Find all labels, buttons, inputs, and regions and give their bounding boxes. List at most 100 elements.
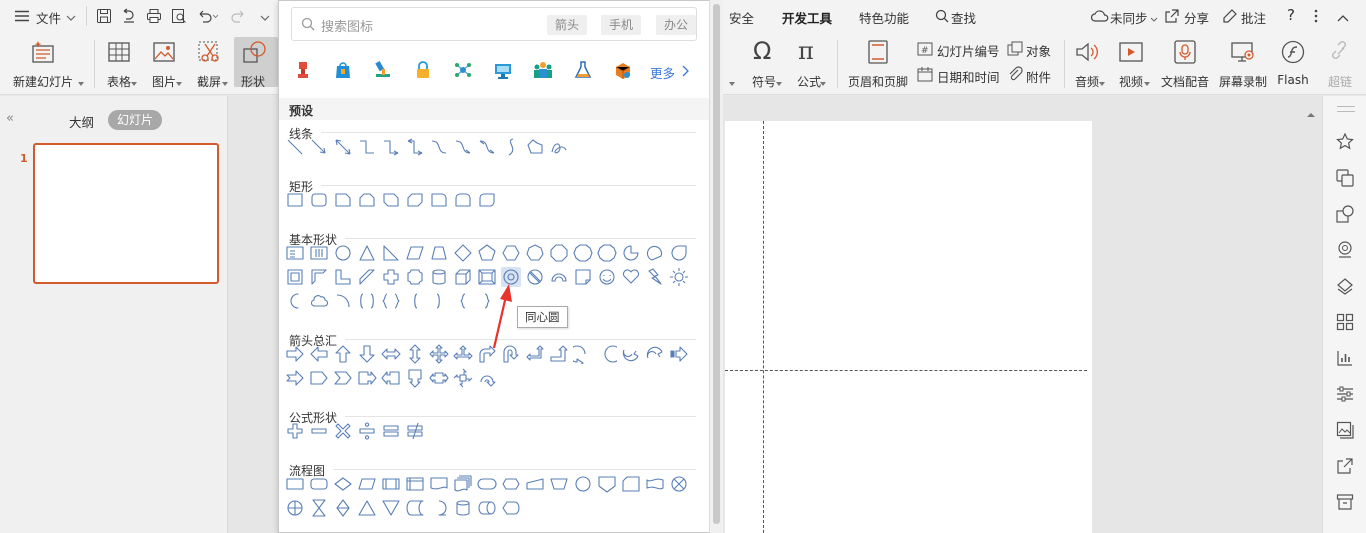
shape-flowchart-process[interactable] (285, 474, 305, 494)
shape-parallelogram[interactable] (405, 243, 425, 263)
tab-security[interactable]: 安全 (729, 8, 754, 27)
drag-handle[interactable] (1337, 106, 1355, 112)
shape-snip-single-corner-rectangle[interactable] (333, 190, 353, 210)
find-menu[interactable]: 查找 (951, 8, 976, 27)
shape-curved-left-arrow[interactable] (597, 344, 617, 364)
undo-icon[interactable] (197, 8, 219, 27)
shape-flowchart-multidocument[interactable] (453, 474, 473, 494)
settings-sliders-icon[interactable] (1336, 385, 1354, 406)
flash-button[interactable]: Flash (1274, 37, 1312, 87)
shape-double-brace[interactable] (381, 291, 401, 311)
icon-search-box[interactable]: 搜索图标 箭头 手机 办公 (291, 7, 697, 41)
shape-no-symbol[interactable] (525, 267, 545, 287)
shape-left-arrow-callout[interactable] (381, 368, 401, 388)
shape-not-equal[interactable] (405, 421, 425, 441)
shape-flowchart-collate[interactable] (309, 498, 329, 518)
share-button[interactable]: 分享 (1184, 8, 1209, 27)
date-time-button[interactable]: 日期和时间 (937, 67, 1000, 86)
shape-block-arc[interactable] (549, 267, 569, 287)
calendar-icon[interactable] (917, 66, 933, 85)
more-options-icon[interactable] (1314, 9, 1318, 26)
monitor-icon[interactable] (493, 60, 513, 80)
shape-double-bracket[interactable] (357, 291, 377, 311)
dropdown-arrow-icon[interactable] (729, 75, 735, 89)
shape-arc[interactable] (333, 291, 353, 311)
shape-flowchart-extract[interactable] (357, 498, 377, 518)
redo-icon[interactable] (230, 8, 246, 27)
lock-icon[interactable] (413, 60, 433, 80)
help-button[interactable]: ? (1287, 6, 1295, 24)
shape-chord[interactable] (645, 243, 665, 263)
network-icon[interactable] (453, 60, 473, 80)
search-tag-arrow[interactable]: 箭头 (547, 15, 588, 35)
shape-left-right-arrow[interactable] (381, 344, 401, 364)
shape-down-arrow[interactable] (357, 344, 377, 364)
shape-flowchart-data[interactable] (357, 474, 377, 494)
print-icon[interactable] (146, 8, 162, 27)
comment-icon[interactable] (1222, 8, 1238, 27)
shape-flowchart-off-page-connector[interactable] (597, 474, 617, 494)
shape-flowchart-summing-junction[interactable] (669, 474, 689, 494)
shape-teardrop[interactable] (669, 243, 689, 263)
cloud-sync-icon[interactable] (1090, 9, 1109, 26)
export-icon[interactable] (121, 8, 137, 27)
shape-divide[interactable] (357, 421, 377, 441)
chevron-right-icon[interactable] (681, 65, 689, 80)
shape-up-down-arrow[interactable] (405, 344, 425, 364)
dropdown-arrow-icon[interactable] (1099, 75, 1105, 89)
shape-l-shape[interactable] (333, 267, 353, 287)
shape-flowchart-manual-operation[interactable] (549, 474, 569, 494)
new-slide-button[interactable]: 新建幻灯片 (8, 37, 78, 89)
shape-left-arrow[interactable] (309, 344, 329, 364)
shape-flowchart-alternate-process[interactable] (309, 474, 329, 494)
shape-flowchart-preparation[interactable] (501, 474, 521, 494)
shape-notched-right-arrow[interactable] (285, 368, 305, 388)
shape-decagon[interactable] (573, 243, 593, 263)
panel-scrollbar[interactable] (709, 0, 723, 533)
shape-right-arrow[interactable] (285, 344, 305, 364)
location-icon[interactable] (1336, 241, 1354, 262)
shape-folded-corner[interactable] (573, 267, 593, 287)
shape-plaque[interactable] (405, 267, 425, 287)
bag-icon[interactable] (333, 60, 353, 80)
archive-icon[interactable] (1336, 493, 1354, 514)
shape-cloud[interactable] (309, 291, 329, 311)
chart-icon[interactable] (1336, 349, 1354, 370)
shape-multiply[interactable] (333, 421, 353, 441)
copy-icon[interactable] (1336, 169, 1354, 190)
shape-flowchart-connector[interactable] (573, 474, 593, 494)
shape-oval[interactable] (333, 243, 353, 263)
shape-quad-arrow-callout[interactable] (453, 368, 473, 388)
more-icons-link[interactable]: 更多 (650, 63, 675, 82)
dropdown-arrow-icon[interactable] (176, 75, 182, 89)
shape-flowchart-decision[interactable] (333, 474, 353, 494)
shape-button[interactable]: 形状 (234, 37, 278, 89)
dropdown-arrow-icon[interactable] (78, 75, 84, 89)
sync-status[interactable]: 未同步 (1110, 8, 1148, 27)
shape-sun[interactable] (669, 267, 689, 287)
shape-frame[interactable] (285, 267, 305, 287)
lab-flask-icon[interactable] (573, 60, 593, 80)
shape-quad-arrow[interactable] (429, 344, 449, 364)
paperclip-icon[interactable] (1007, 66, 1023, 85)
vertical-scrollbar[interactable] (1306, 108, 1316, 533)
search-icon[interactable] (935, 9, 949, 26)
shape-octagon[interactable] (549, 243, 569, 263)
shape-half-frame[interactable] (309, 267, 329, 287)
shape-left-right-up-arrow[interactable] (453, 344, 473, 364)
shape-heptagon[interactable] (525, 243, 545, 263)
shape-curve[interactable] (501, 137, 521, 157)
shape-pie[interactable] (621, 243, 641, 263)
shape-heart[interactable] (621, 267, 641, 287)
trophy-icon[interactable] (293, 60, 313, 80)
shape-snip-round-rectangle[interactable] (405, 190, 425, 210)
shape-curved-double-arrow-connector[interactable] (477, 137, 497, 157)
star-icon[interactable] (1336, 132, 1354, 154)
shape-rounded-rectangle[interactable] (309, 190, 329, 210)
search-tag-office[interactable]: 办公 (656, 15, 696, 35)
dropdown-arrow-icon[interactable] (1144, 75, 1150, 89)
shape-moon[interactable] (285, 291, 305, 311)
shape-round-diagonal-rectangle[interactable] (477, 190, 497, 210)
shape-flowchart-terminator[interactable] (477, 474, 497, 494)
shape-cube[interactable] (453, 267, 473, 287)
